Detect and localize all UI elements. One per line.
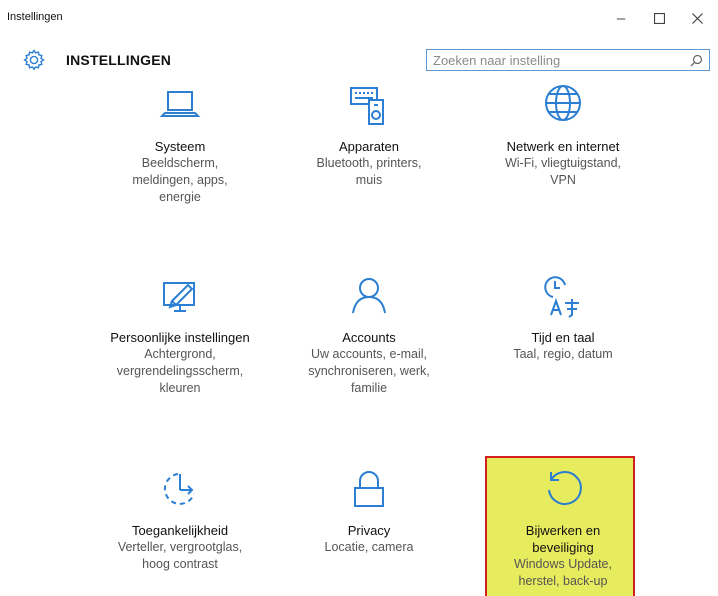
close-button[interactable] [678, 4, 716, 32]
accessibility-icon [163, 473, 195, 505]
tile-description: Verteller, vergrootglas, hoog contrast [117, 540, 243, 571]
maximize-icon [653, 12, 665, 24]
gear-icon [23, 49, 45, 71]
tile-title: Privacy [347, 523, 391, 538]
tile-title: Tijd en taal [531, 330, 595, 345]
tile-title: Toegankelijkheid [131, 523, 229, 538]
devices-icon [350, 87, 384, 125]
tile-title: Accounts [342, 330, 396, 345]
person-icon [352, 278, 386, 314]
tile-description: Wi-Fi, vliegtuigstand, VPN [504, 156, 621, 187]
tile-description: Achtergrond, vergrendelingsscherm, kleur… [116, 347, 244, 395]
tile-description: Beeldscherm, meldingen, apps, energie [132, 156, 228, 204]
tile-apparaten[interactable]: Apparaten Bluetooth, printers, muis [284, 84, 454, 189]
page-title: INSTELLINGEN [66, 52, 172, 68]
refresh-icon [548, 470, 582, 505]
tile-description: Uw accounts, e-mail, synchroniseren, wer… [308, 347, 430, 395]
search-box[interactable] [426, 49, 710, 71]
tile-title: Systeem [154, 139, 206, 154]
search-input[interactable] [427, 50, 683, 70]
tile-title: Persoonlijke instellingen [110, 330, 250, 345]
tile-description: Windows Update, herstel, back-up [514, 557, 612, 588]
maximize-button[interactable] [640, 4, 678, 32]
globe-icon [545, 85, 581, 121]
tile-accounts[interactable]: Accounts Uw accounts, e-mail, synchronis… [284, 275, 454, 397]
search-icon[interactable] [690, 54, 703, 67]
tile-description: Taal, regio, datum [513, 347, 613, 361]
tile-title: Apparaten [339, 139, 399, 154]
window-title: Instellingen [7, 11, 63, 23]
personalization-icon [163, 282, 195, 312]
time-language-icon [544, 276, 579, 318]
tile-description: Bluetooth, printers, muis [316, 156, 422, 187]
tile-bijwerken-en-beveiliging[interactable]: Bijwerken en beveiliging Windows Update,… [478, 468, 648, 590]
tile-description: Locatie, camera [324, 540, 414, 554]
minimize-icon: – [616, 9, 626, 27]
tile-privacy[interactable]: Privacy Locatie, camera [284, 468, 454, 556]
minimize-button[interactable]: – [602, 4, 640, 32]
title-bar: Instellingen – [0, 0, 718, 34]
tile-title: Bijwerken en beveiliging [525, 523, 601, 555]
tile-persoonlijke-instellingen[interactable]: Persoonlijke instellingen Achtergrond, v… [95, 275, 265, 397]
tile-netwerk-en-internet[interactable]: Netwerk en internet Wi-Fi, vliegtuigstan… [478, 84, 648, 189]
close-icon [691, 12, 703, 24]
tile-tijd-en-taal[interactable]: Tijd en taal Taal, regio, datum [478, 275, 648, 363]
tile-toegankelijkheid[interactable]: Toegankelijkheid Verteller, vergrootglas… [95, 468, 265, 573]
tile-systeem[interactable]: Systeem Beeldscherm, meldingen, apps, en… [95, 84, 265, 206]
settings-header: INSTELLINGEN [0, 40, 718, 80]
laptop-icon [159, 91, 201, 117]
tile-title: Netwerk en internet [506, 139, 620, 154]
lock-icon [354, 471, 384, 507]
